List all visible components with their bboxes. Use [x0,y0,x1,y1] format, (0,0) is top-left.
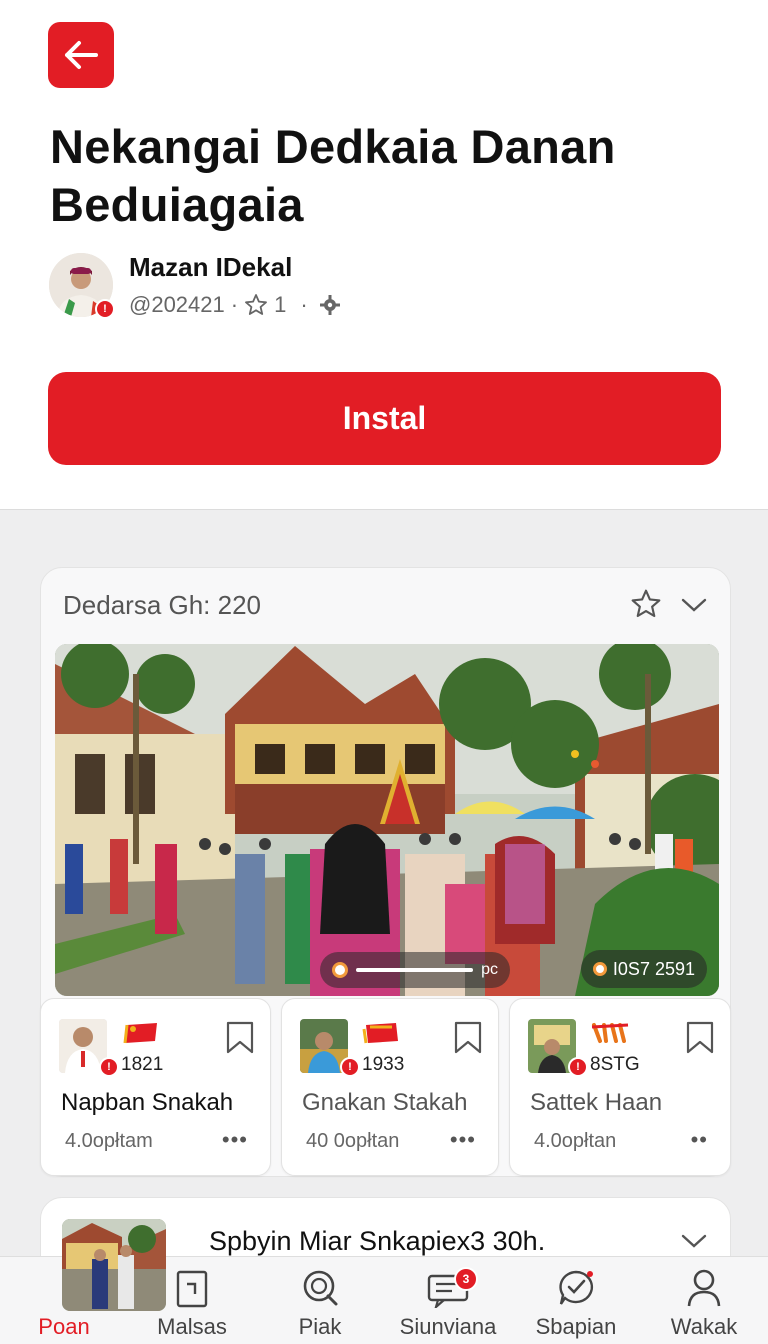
media-track[interactable] [356,968,474,972]
feed-photo[interactable]: pc I0S7 2591 [55,644,719,996]
nav-label-wakak: Wakak [670,1314,738,1339]
next-card-title: Spbyin Miar Snkapiex3 30h. [209,1226,546,1256]
person-icon [687,1269,721,1307]
sub-card-1[interactable]: ! 1821 Napban Snakah 4.0opłtam ••• [40,998,271,1176]
chat-check-icon [559,1270,594,1305]
more-options-icon[interactable]: •• [691,1127,708,1153]
flag-icon [591,1023,629,1043]
nav-label-malsas: Malsas [157,1314,227,1339]
nav-label-piak: Piak [298,1314,342,1339]
sub-card-meta: 4.0opłtan [534,1130,617,1152]
flag-icon [362,1023,398,1044]
feed-card-heading: Dedarsa Gh: 220 [63,590,262,620]
author-meta: @202421 · 1 · [129,292,342,318]
sub-card-2[interactable]: ! 1933 Gnakan Stakah 40 0opłtan ••• [281,998,499,1176]
media-time: pc [481,961,498,978]
meta-separator-2: · [300,292,308,317]
view-count-badge: I0S7 2591 [580,950,707,988]
bookmark-icon[interactable] [224,1021,256,1055]
author-name[interactable]: Mazan IDekal [129,252,292,283]
nav-label-siunviana: Siunviana [399,1314,497,1339]
record-icon [592,962,607,976]
chevron-down-icon[interactable] [680,1228,708,1252]
sub-card-3[interactable]: ! 8STG Sattek Haan 4.0opłtan •• [509,998,731,1176]
arrow-left-icon [65,41,98,69]
search-icon [303,1270,338,1306]
star-icon[interactable] [630,588,662,620]
sub-card-name: Gnakan Stakah [302,1089,468,1116]
app-header-section: Nekangai Dedkaia Danan Beduiagaia ! Maza… [0,0,768,510]
sub-card-name: Napban Snakah [61,1089,234,1116]
sub-card-badge: ! [340,1057,360,1077]
document-icon [176,1270,208,1308]
chevron-down-icon[interactable] [680,592,708,616]
nav-label-sbapian: Sbapian [535,1314,617,1339]
nav-label-poan: Poan [38,1314,90,1339]
media-progress-bar[interactable]: pc [320,952,510,988]
thumbnail-icon[interactable] [62,1219,166,1311]
back-button[interactable] [48,22,114,88]
nav-item-piak[interactable]: Piak [256,1257,384,1344]
star-outline-icon [245,294,267,315]
view-count: I0S7 2591 [612,958,695,979]
nav-item-wakak[interactable]: Wakak [640,1257,768,1344]
avatar-badge: ! [95,299,115,319]
photo-scene [55,644,719,996]
media-play-icon[interactable] [332,962,348,978]
bookmark-icon[interactable] [684,1021,716,1055]
notification-badge: 3 [454,1267,478,1291]
sub-card-number: 8STG [590,1054,640,1075]
install-button[interactable]: Instal [48,372,721,465]
meta-separator: · [230,292,239,317]
flag-icon [123,1023,157,1044]
sub-card-meta: 40 0opłtan [306,1130,400,1152]
more-options-icon[interactable]: ••• [450,1127,476,1153]
sub-card-badge: ! [99,1057,119,1077]
bookmark-icon[interactable] [452,1021,484,1055]
sub-card-badge: ! [568,1057,588,1077]
author-avatar[interactable]: ! [49,253,115,319]
page-title: Nekangai Dedkaia Danan Beduiagaia [50,120,616,231]
nav-item-sbapian[interactable]: Sbapian [512,1257,640,1344]
author-rating: 1 [274,292,287,317]
sub-card-name: Sattek Haan [530,1089,663,1116]
sub-card-number: 1821 [121,1054,164,1075]
nav-item-siunviana[interactable]: 3 Siunviana [384,1257,512,1344]
sub-card-number: 1933 [362,1054,405,1075]
author-handle: @202421 [129,292,225,317]
gear-icon[interactable] [318,293,342,317]
sub-card-meta: 4.0opłtam [65,1130,153,1152]
more-options-icon[interactable]: ••• [222,1127,248,1153]
